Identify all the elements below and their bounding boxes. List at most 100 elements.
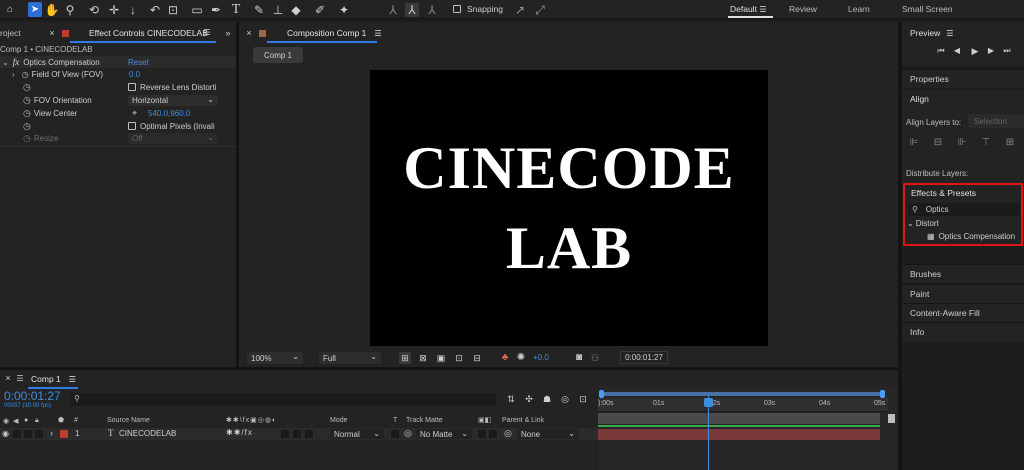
solo-toggle-icon[interactable]: ● bbox=[24, 417, 28, 424]
expand-panels-icon[interactable]: » bbox=[222, 28, 234, 38]
pen-tool-icon[interactable]: ✒ bbox=[209, 3, 223, 17]
layer-duration-bar[interactable] bbox=[598, 429, 880, 440]
align-right-icon[interactable]: ⊪ bbox=[956, 137, 968, 149]
parent-dropdown[interactable]: None ⌄ bbox=[517, 429, 579, 439]
matte-box-1[interactable] bbox=[478, 430, 486, 438]
rectangle-tool-icon[interactable]: ▭ bbox=[190, 3, 204, 17]
prev-frame-icon[interactable]: ◀︎ bbox=[952, 46, 962, 56]
layer-name[interactable]: CINECODELAB bbox=[119, 429, 176, 438]
audio-toggle-icon[interactable]: ◀ bbox=[13, 417, 18, 425]
effect-header-row[interactable]: ⌄ fx Optics Compensation Reset bbox=[0, 56, 236, 68]
layer-switch-box-1[interactable] bbox=[281, 430, 289, 438]
home-icon[interactable]: ⌂ bbox=[3, 3, 17, 17]
crosshair-icon[interactable]: ⌖ bbox=[132, 108, 137, 119]
preview-menu-icon[interactable]: ☰ bbox=[946, 29, 953, 38]
composition-tab[interactable]: Composition Comp 1 ☰ bbox=[287, 26, 382, 40]
view-center-stopwatch-icon[interactable]: ◷ bbox=[23, 108, 31, 119]
comp-lock-icon[interactable] bbox=[259, 30, 266, 37]
resolution-dropdown[interactable]: Full ⌄ bbox=[319, 352, 381, 364]
draft-3d-icon[interactable]: ✣ bbox=[523, 393, 535, 405]
reverse-stopwatch-icon[interactable]: ◷ bbox=[23, 82, 31, 93]
color-channels-icon[interactable]: ♣ bbox=[499, 352, 511, 364]
layer-switch-box-3[interactable] bbox=[305, 430, 313, 438]
transparency-grid-icon[interactable]: ⊠ bbox=[417, 352, 429, 364]
reset-link[interactable]: Reset bbox=[128, 58, 149, 67]
pan-camera-icon[interactable]: ✛ bbox=[106, 3, 122, 17]
zoom-tool-icon[interactable]: ⚲ bbox=[63, 3, 77, 17]
grid-guides-icon[interactable]: ⊟ bbox=[471, 352, 483, 364]
work-area-start[interactable] bbox=[599, 390, 604, 398]
clone-stamp-icon[interactable]: ⊥ bbox=[271, 3, 285, 17]
comp-mini-flowchart-icon[interactable]: ⇅ bbox=[505, 393, 517, 405]
hand-tool-icon[interactable]: ✋ bbox=[45, 3, 60, 17]
reverse-checkbox[interactable] bbox=[128, 83, 136, 91]
properties-item[interactable]: Properties bbox=[902, 69, 1024, 88]
mask-visibility-icon[interactable]: ▣ bbox=[435, 352, 447, 364]
optics-effect-item[interactable]: ▦ Optics Compensation bbox=[927, 232, 1015, 241]
fov-value[interactable]: 0.0 bbox=[129, 70, 140, 79]
effects-search-input[interactable]: ⚲ Optics bbox=[908, 203, 1020, 216]
brushes-item[interactable]: Brushes bbox=[902, 264, 1024, 283]
layer-row[interactable]: ◉ › 1 T CINECODELAB ✱✱/fx Normal ⌄ ◎ No M… bbox=[0, 428, 598, 440]
layer-mode-dropdown[interactable]: Normal ⌄ bbox=[330, 429, 384, 439]
eraser-tool-icon[interactable]: ◆ bbox=[289, 3, 303, 17]
current-time[interactable]: 0:00:01:27 bbox=[4, 389, 61, 403]
puppet-pin-icon[interactable]: ✦ bbox=[337, 3, 351, 17]
align-left-icon[interactable]: ⊫ bbox=[908, 137, 920, 149]
snapshot-icon[interactable]: ◙ bbox=[573, 352, 585, 364]
optimal-checkbox[interactable] bbox=[128, 122, 136, 130]
brush-tool-icon[interactable]: ✎ bbox=[252, 3, 266, 17]
align-to-dropdown[interactable]: Selection bbox=[968, 114, 1024, 128]
snap-expand-icon[interactable]: ⤢ bbox=[533, 3, 547, 17]
color-management-icon[interactable]: ✺ bbox=[515, 352, 527, 364]
layer-audio-box[interactable] bbox=[13, 430, 21, 438]
playhead-handle[interactable] bbox=[704, 398, 713, 407]
axis-world-icon[interactable]: ⅄ bbox=[405, 3, 419, 17]
layer-expand-icon[interactable]: › bbox=[50, 428, 53, 438]
play-icon[interactable]: ▶︎ bbox=[970, 46, 980, 56]
snap-options-icon[interactable]: ↗ bbox=[513, 3, 527, 17]
zoom-dropdown[interactable]: 100% ⌄ bbox=[247, 352, 303, 364]
paint-item[interactable]: Paint bbox=[902, 284, 1024, 303]
close-comp-tab-icon[interactable]: × bbox=[245, 28, 253, 38]
last-frame-icon[interactable]: ⏭ bbox=[1002, 46, 1012, 56]
timeline-menu-icon[interactable]: ☰ bbox=[16, 374, 24, 384]
timeline-search-input[interactable]: ⚲ bbox=[70, 393, 496, 406]
switches-header[interactable]: ✱✱\fx▣◎◍◐ bbox=[226, 416, 277, 424]
collapse-effect-icon[interactable]: ⌄ bbox=[2, 58, 9, 67]
workspace-menu-icon[interactable]: ☰ bbox=[759, 5, 766, 14]
layer-t-box[interactable] bbox=[391, 430, 399, 438]
effect-controls-tab[interactable]: Effect Controls CINECODELAB bbox=[89, 26, 208, 40]
show-snapshot-icon[interactable]: ⚇ bbox=[589, 352, 601, 364]
exposure-value[interactable]: +0.0 bbox=[533, 353, 549, 362]
workspace-review[interactable]: Review bbox=[789, 4, 817, 14]
close-tab-icon[interactable]: × bbox=[48, 28, 56, 38]
pan-behind-icon[interactable]: ⊡ bbox=[166, 3, 180, 17]
work-area-end[interactable] bbox=[880, 390, 885, 398]
content-aware-fill-item[interactable]: Content-Aware Fill bbox=[902, 303, 1024, 322]
type-tool-icon[interactable]: T bbox=[229, 2, 243, 17]
lock-icon[interactable] bbox=[62, 30, 69, 37]
source-name-header[interactable]: Source Name bbox=[107, 417, 150, 424]
orientation-stopwatch-icon[interactable]: ◷ bbox=[23, 95, 31, 106]
timeline-tab-menu-icon[interactable]: ☰ bbox=[69, 375, 76, 384]
region-of-interest-icon[interactable]: ⊡ bbox=[453, 352, 465, 364]
layer-lock-box[interactable] bbox=[35, 430, 43, 438]
snapping-checkbox[interactable] bbox=[453, 5, 461, 13]
playhead-line[interactable] bbox=[708, 396, 709, 470]
fov-stopwatch-icon[interactable]: ◷ bbox=[22, 70, 29, 79]
dolly-camera-icon[interactable]: ↓ bbox=[126, 3, 140, 17]
layer-switch-box-2[interactable] bbox=[293, 430, 301, 438]
layer-label-color[interactable] bbox=[60, 430, 68, 438]
align-hcenter-icon[interactable]: ⊟ bbox=[932, 137, 944, 149]
layer-visibility-icon[interactable]: ◉ bbox=[2, 429, 9, 438]
layer-solo-box[interactable] bbox=[24, 430, 32, 438]
comp-subtab[interactable]: Comp 1 bbox=[253, 47, 303, 63]
info-item[interactable]: Info bbox=[902, 322, 1024, 341]
layer-switches[interactable]: ✱✱/fx bbox=[226, 428, 253, 437]
fast-preview-icon[interactable]: ⊞ bbox=[399, 352, 411, 364]
axis-local-icon[interactable]: ⅄ bbox=[386, 3, 400, 17]
workspace-small-screen[interactable]: Small Screen bbox=[902, 4, 953, 14]
comp-panel-menu-icon[interactable]: ☰ bbox=[374, 29, 381, 38]
workspace-learn[interactable]: Learn bbox=[848, 4, 870, 14]
